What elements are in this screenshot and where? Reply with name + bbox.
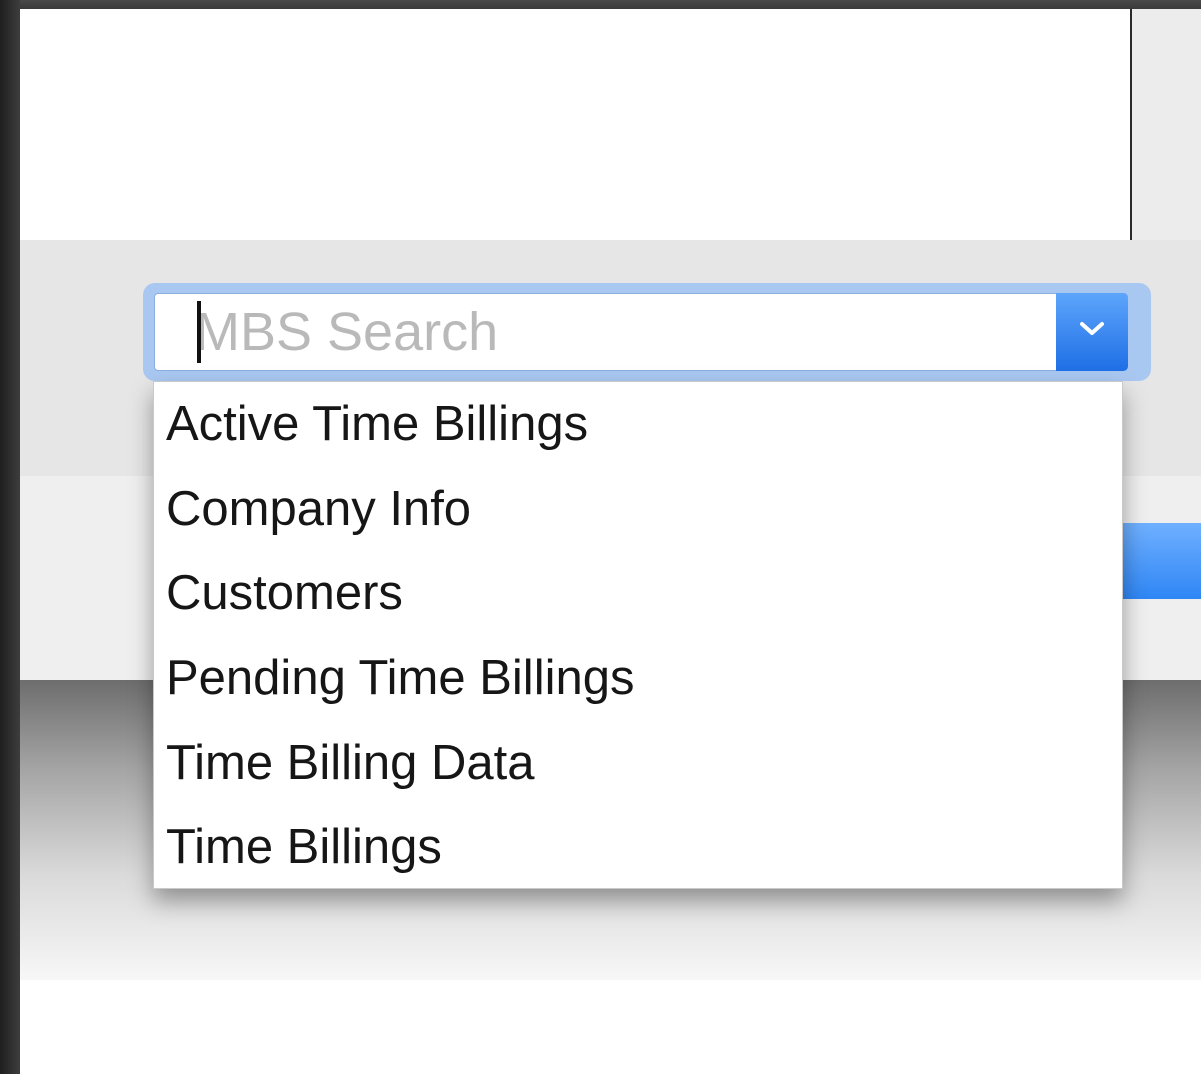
dropdown-menu: Active Time Billings Company Info Custom… xyxy=(153,381,1123,889)
menu-item-time-billings[interactable]: Time Billings xyxy=(154,805,1122,890)
desktop-frame-top xyxy=(0,0,1201,9)
text-caret xyxy=(197,301,201,363)
menu-item-pending-time-billings[interactable]: Pending Time Billings xyxy=(154,636,1122,721)
menu-item-company-info[interactable]: Company Info xyxy=(154,467,1122,552)
content-panel xyxy=(20,9,1132,240)
menu-item-customers[interactable]: Customers xyxy=(154,551,1122,636)
background-area xyxy=(20,980,1201,1074)
app-window: es Active Time Billings Company Info xyxy=(20,9,1201,1074)
menu-item-time-billing-data[interactable]: Time Billing Data xyxy=(154,721,1122,806)
search-combobox[interactable] xyxy=(154,293,1128,371)
desktop-frame-left xyxy=(0,0,20,1074)
scrollbar-gutter xyxy=(1132,9,1201,240)
chevron-down-icon xyxy=(1080,322,1104,335)
search-input[interactable] xyxy=(195,302,1035,362)
dropdown-toggle-button[interactable] xyxy=(1056,293,1128,371)
menu-item-active-time-billings[interactable]: Active Time Billings xyxy=(154,382,1122,467)
